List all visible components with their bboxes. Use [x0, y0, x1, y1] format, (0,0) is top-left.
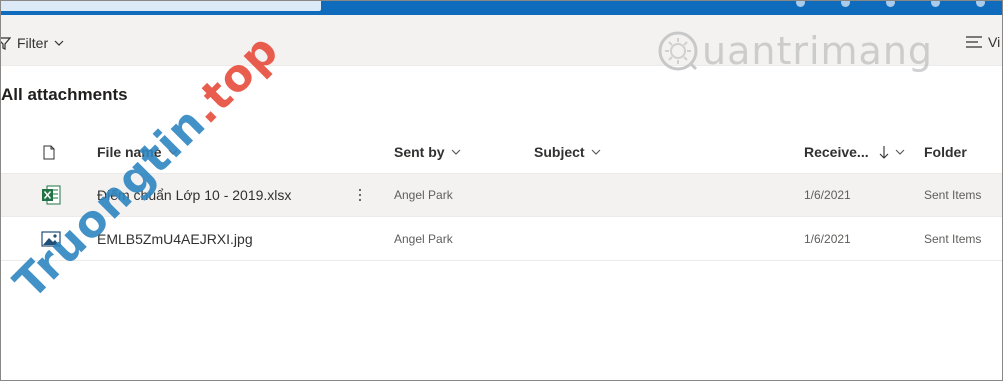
document-icon: [43, 145, 55, 159]
folder: Sent Items: [924, 188, 982, 202]
filter-icon: [1, 37, 11, 50]
chevron-down-icon: [54, 40, 64, 46]
received-date: 1/6/2021: [804, 188, 851, 202]
chevron-down-icon: [591, 149, 601, 155]
search-box[interactable]: [1, 1, 321, 11]
chevron-down-icon: [168, 149, 178, 155]
sent-by: Angel Park: [394, 232, 453, 246]
chevron-down-icon: [895, 149, 905, 155]
sent-by: Angel Park: [394, 188, 453, 202]
filter-button[interactable]: Filter: [1, 34, 64, 52]
header-icon[interactable]: [796, 1, 805, 7]
file-name[interactable]: EMLB5ZmU4AEJRXI.jpg: [97, 218, 253, 260]
page-title: All attachments: [1, 85, 128, 104]
folder: Sent Items: [924, 232, 982, 246]
column-header-received[interactable]: Receive...: [804, 131, 905, 173]
column-header-sent-by[interactable]: Sent by: [394, 131, 461, 173]
app-header-bar: [1, 1, 1002, 15]
outlook-window: Filter Vi All attachments File name Sent…: [0, 0, 1003, 381]
header-icon[interactable]: [931, 1, 940, 7]
excel-file-icon: [41, 174, 61, 216]
column-label: File name: [97, 144, 162, 160]
more-options-icon[interactable]: [357, 188, 363, 202]
file-type-header[interactable]: [43, 131, 55, 173]
command-bar: Filter Vi: [1, 15, 1002, 66]
table-header-row: File name Sent by Subject Receive... Fol…: [1, 131, 1002, 174]
file-name[interactable]: Điểm chuẩn Lớp 10 - 2019.xlsx: [97, 174, 291, 216]
sort-descending-icon: [879, 146, 888, 159]
image-file-icon: [41, 218, 61, 260]
column-label: Folder: [924, 144, 967, 160]
list-view-icon: [966, 36, 982, 48]
column-label: Receive...: [804, 144, 869, 160]
column-header-subject[interactable]: Subject: [534, 131, 601, 173]
header-icon[interactable]: [886, 1, 895, 7]
header-icon[interactable]: [976, 1, 985, 7]
received-date: 1/6/2021: [804, 232, 851, 246]
view-button[interactable]: Vi: [966, 34, 1000, 50]
table-row[interactable]: Điểm chuẩn Lớp 10 - 2019.xlsx Angel Park…: [1, 174, 1002, 217]
view-label: Vi: [988, 34, 1001, 50]
filter-label: Filter: [17, 35, 49, 51]
chevron-down-icon: [451, 149, 461, 155]
header-icon[interactable]: [841, 1, 850, 7]
column-header-file-name[interactable]: File name: [97, 131, 178, 173]
column-label: Sent by: [394, 144, 445, 160]
table-row[interactable]: EMLB5ZmU4AEJRXI.jpg Angel Park 1/6/2021 …: [1, 218, 1002, 261]
column-label: Subject: [534, 144, 585, 160]
column-header-folder[interactable]: Folder: [924, 131, 967, 173]
